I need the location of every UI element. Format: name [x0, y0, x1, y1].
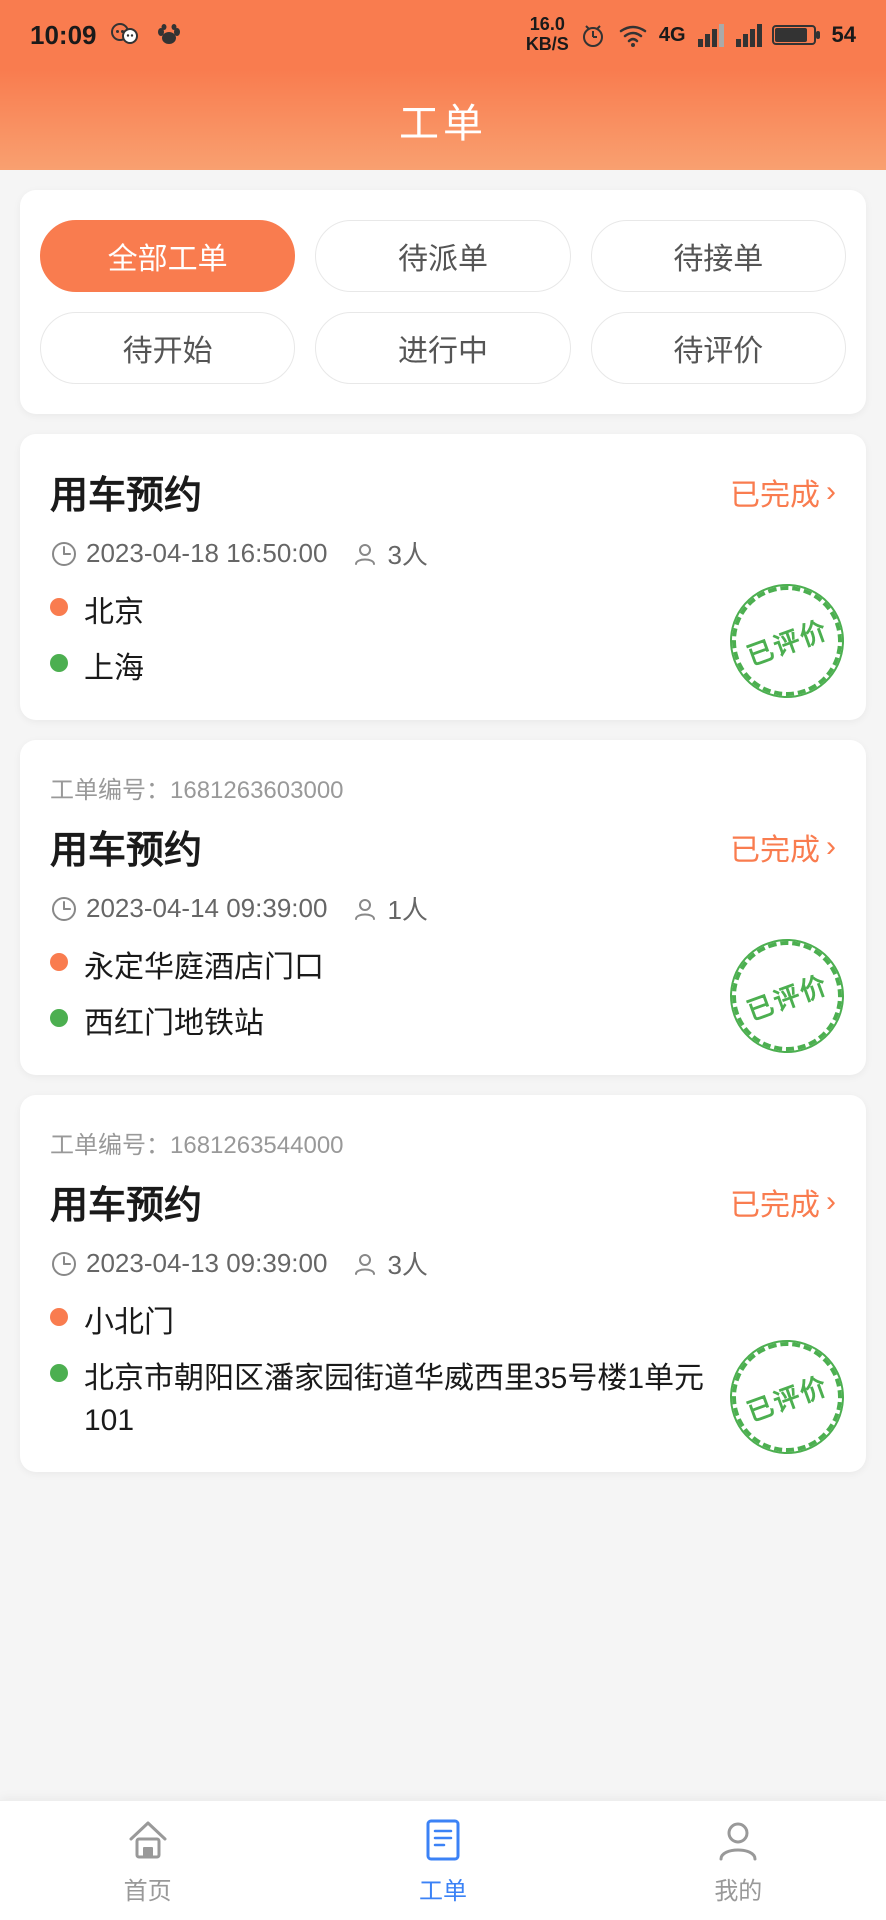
order-to-1: 上海 [50, 648, 836, 690]
filter-row-2: 待开始 进行中 待评价 [40, 312, 846, 384]
order-type-2: 用车预约 [50, 819, 202, 874]
nav-profile-label: 我的 [714, 1871, 762, 1906]
dot-from-3 [50, 1308, 68, 1326]
person-icon-1 [351, 540, 379, 568]
network-speed: 16.0KB/S [526, 15, 569, 55]
order-status-3: 已完成 › [730, 1180, 836, 1224]
battery-icon [772, 22, 822, 48]
paw-icon [153, 19, 185, 51]
nav-home-label: 首页 [124, 1871, 172, 1906]
signal-bars-icon [696, 21, 724, 49]
order-header-2: 用车预约 已完成 › [50, 819, 836, 874]
order-datetime-2: 2023-04-14 09:39:00 [50, 893, 327, 924]
stamp-text-2: 已评价 [717, 926, 858, 1067]
order-status-2: 已完成 › [730, 825, 836, 869]
order-from-1: 北京 [50, 592, 836, 634]
order-locations-3: 小北门 北京市朝阳区潘家园街道华威西里35号楼1单元101 [50, 1302, 836, 1442]
order-card-1[interactable]: 用车预约 已完成 › 2023-04-18 16:50:00 [20, 434, 866, 720]
order-passengers-2: 1人 [351, 890, 427, 927]
filter-row-1: 全部工单 待派单 待接单 [40, 220, 846, 292]
order-type-3: 用车预约 [50, 1174, 202, 1229]
alarm-icon [579, 21, 607, 49]
order-to-3: 北京市朝阳区潘家园街道华威西里35号楼1单元101 [50, 1358, 836, 1442]
battery-level: 54 [832, 22, 856, 48]
filter-section: 全部工单 待派单 待接单 待开始 进行中 待评价 [20, 190, 866, 414]
order-datetime-3: 2023-04-13 09:39:00 [50, 1248, 327, 1279]
order-passengers-3: 3人 [351, 1245, 427, 1282]
order-meta-3: 2023-04-13 09:39:00 3人 [50, 1245, 836, 1282]
status-bar-left: 10:09 [30, 19, 185, 51]
dot-to-2 [50, 1009, 68, 1027]
clock-icon-2 [50, 895, 78, 923]
order-passengers-1: 3人 [351, 535, 427, 572]
dot-from-1 [50, 598, 68, 616]
order-number-2: 工单编号：1681263603000 [50, 770, 836, 805]
stamp-2: 已评价 [732, 941, 842, 1051]
home-icon [123, 1815, 173, 1865]
order-locations-2: 永定华庭酒店门口 西红门地铁站 [50, 947, 836, 1045]
order-from-3: 小北门 [50, 1302, 836, 1344]
orders-list: 用车预约 已完成 › 2023-04-18 16:50:00 [0, 434, 886, 1472]
stamp-text-1: 已评价 [717, 571, 858, 712]
profile-icon [713, 1815, 763, 1865]
dot-from-2 [50, 953, 68, 971]
nav-home[interactable]: 首页 [0, 1815, 295, 1906]
order-card-2[interactable]: 工单编号：1681263603000 用车预约 已完成 › 2023-04-14… [20, 740, 866, 1075]
filter-pending-review[interactable]: 待评价 [591, 312, 846, 384]
page-title: 工单 [399, 91, 487, 149]
filter-all[interactable]: 全部工单 [40, 220, 295, 292]
order-card-3[interactable]: 工单编号：1681263544000 用车预约 已完成 › 2023-04-13… [20, 1095, 866, 1472]
order-status-1: 已完成 › [730, 470, 836, 514]
signal-5g-icon [734, 21, 762, 49]
order-datetime-1: 2023-04-18 16:50:00 [50, 538, 327, 569]
person-icon-2 [351, 895, 379, 923]
status-bar: 10:09 16.0KB/S [0, 0, 886, 70]
order-meta-2: 2023-04-14 09:39:00 1人 [50, 890, 836, 927]
person-icon-3 [351, 1250, 379, 1278]
order-header-3: 用车预约 已完成 › [50, 1174, 836, 1229]
clock-icon-3 [50, 1250, 78, 1278]
nav-profile[interactable]: 我的 [591, 1815, 886, 1906]
filter-pending-dispatch[interactable]: 待派单 [315, 220, 570, 292]
order-from-2: 永定华庭酒店门口 [50, 947, 836, 989]
dot-to-1 [50, 654, 68, 672]
wechat-icon [109, 19, 141, 51]
clock-icon-1 [50, 540, 78, 568]
status-time: 10:09 [30, 20, 97, 51]
wifi-icon [617, 21, 649, 49]
dot-to-3 [50, 1364, 68, 1382]
status-bar-right: 16.0KB/S 4G [526, 15, 856, 55]
stamp-3: 已评价 [732, 1342, 842, 1452]
filter-pending-start[interactable]: 待开始 [40, 312, 295, 384]
signal-4g: 4G [659, 24, 686, 47]
orders-icon [418, 1815, 468, 1865]
order-type-1: 用车预约 [50, 464, 202, 519]
nav-orders-label: 工单 [419, 1871, 467, 1906]
order-to-2: 西红门地铁站 [50, 1003, 836, 1045]
nav-orders[interactable]: 工单 [295, 1815, 590, 1906]
filter-in-progress[interactable]: 进行中 [315, 312, 570, 384]
order-locations-1: 北京 上海 [50, 592, 836, 690]
stamp-text-3: 已评价 [717, 1327, 858, 1468]
order-meta-1: 2023-04-18 16:50:00 3人 [50, 535, 836, 572]
order-header-1: 用车预约 已完成 › [50, 464, 836, 519]
page-header: 工单 [0, 70, 886, 170]
stamp-1: 已评价 [732, 586, 842, 696]
bottom-nav: 首页 工单 我的 [0, 1800, 886, 1920]
order-number-3: 工单编号：1681263544000 [50, 1125, 836, 1160]
filter-pending-accept[interactable]: 待接单 [591, 220, 846, 292]
